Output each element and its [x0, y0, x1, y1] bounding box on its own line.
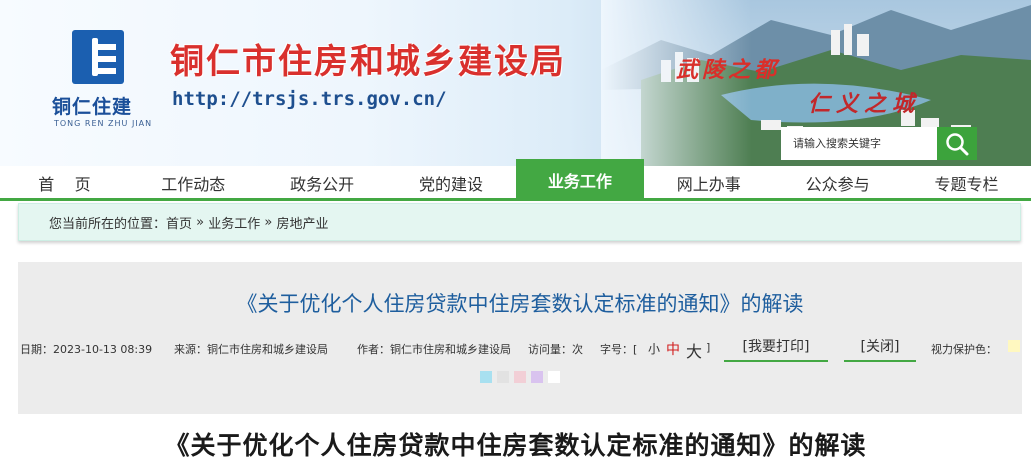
breadcrumb-link-home[interactable]: 首页	[166, 213, 192, 232]
breadcrumb-prefix: 您当前所在的位置：	[49, 216, 167, 232]
font-size-medium[interactable]: 中	[666, 339, 680, 359]
header-banner: 铜仁住建 TONG REN ZHU JIAN 铜仁市住房和城乡建设局 http:…	[0, 0, 1031, 166]
nav-item-work-news[interactable]: 工作动态	[128, 166, 258, 200]
slogan-calligraphy-2: 仁义之城	[808, 91, 921, 117]
search-button[interactable]	[937, 127, 977, 160]
search-icon	[946, 132, 969, 155]
meta-date: 日期：2023-10-13 08:39	[20, 343, 153, 356]
print-button[interactable]: [我要打印]	[724, 332, 828, 362]
nav-item-home[interactable]: 首 页	[0, 166, 129, 200]
meta-views: 访问量：次	[528, 343, 583, 356]
slogan-calligraphy-1: 武陵之都	[676, 57, 781, 83]
close-button[interactable]: [关闭]	[844, 332, 916, 362]
vision-protection-label: 视力保护色：	[931, 343, 997, 356]
bg-color-swatch-white[interactable]	[548, 371, 560, 383]
site-title: 铜仁市住房和城乡建设局	[170, 42, 566, 82]
vision-color-swatch[interactable]	[1008, 340, 1020, 352]
bg-color-swatch-purple[interactable]	[531, 371, 543, 383]
nav-item-public-participation[interactable]: 公众参与	[773, 166, 903, 200]
nav-underline	[0, 198, 1031, 201]
font-size-end: ]	[706, 341, 711, 354]
bg-color-swatch-blue[interactable]	[480, 371, 492, 383]
article-body-title: 《关于优化个人住房贷款中住房套数认定标准的通知》的解读	[164, 431, 867, 460]
bg-color-swatch-pink[interactable]	[514, 371, 526, 383]
nav-item-gov-affairs[interactable]: 政务公开	[257, 166, 387, 200]
article-header: 《关于优化个人住房贷款中住房套数认定标准的通知》的解读 日期：2023-10-1…	[18, 262, 1022, 414]
font-size-large[interactable]: 大	[686, 338, 702, 362]
font-size-small[interactable]: 小	[648, 340, 660, 357]
breadcrumb-separator: »	[260, 214, 277, 230]
breadcrumb-link-business[interactable]: 业务工作	[208, 213, 260, 232]
nav-item-special-topics[interactable]: 专题专栏	[902, 166, 1031, 200]
font-size-label: 字号：[	[600, 343, 638, 356]
logo-text: 铜仁住建	[52, 96, 133, 118]
meta-source: 来源：铜仁市住房和城乡建设局	[174, 343, 328, 356]
logo-english-text: TONG REN ZHU JIAN	[54, 119, 153, 128]
article-title: 《关于优化个人住房贷款中住房套数认定标准的通知》的解读	[236, 292, 804, 316]
site-url: http://trsjs.trs.gov.cn/	[172, 88, 447, 110]
breadcrumb-link-real-estate[interactable]: 房地产业	[276, 213, 328, 232]
nav-item-online-services[interactable]: 网上办事	[644, 166, 774, 200]
nav-item-business-work[interactable]: 业务工作	[515, 159, 645, 200]
breadcrumb-separator: »	[192, 214, 209, 230]
search-input[interactable]	[781, 127, 937, 160]
logo-mark	[72, 30, 124, 84]
bg-color-swatch-gray[interactable]	[497, 371, 509, 383]
meta-author: 作者：铜仁市住房和城乡建设局	[357, 343, 511, 356]
nav-item-party-building[interactable]: 党的建设	[386, 166, 516, 200]
main-nav: 首 页 工作动态 政务公开 党的建设 业务工作 网上办事 公众参与 专题专栏	[0, 159, 1031, 200]
breadcrumb: 您当前所在的位置： 首页 » 业务工作 » 房地产业	[18, 203, 1021, 241]
